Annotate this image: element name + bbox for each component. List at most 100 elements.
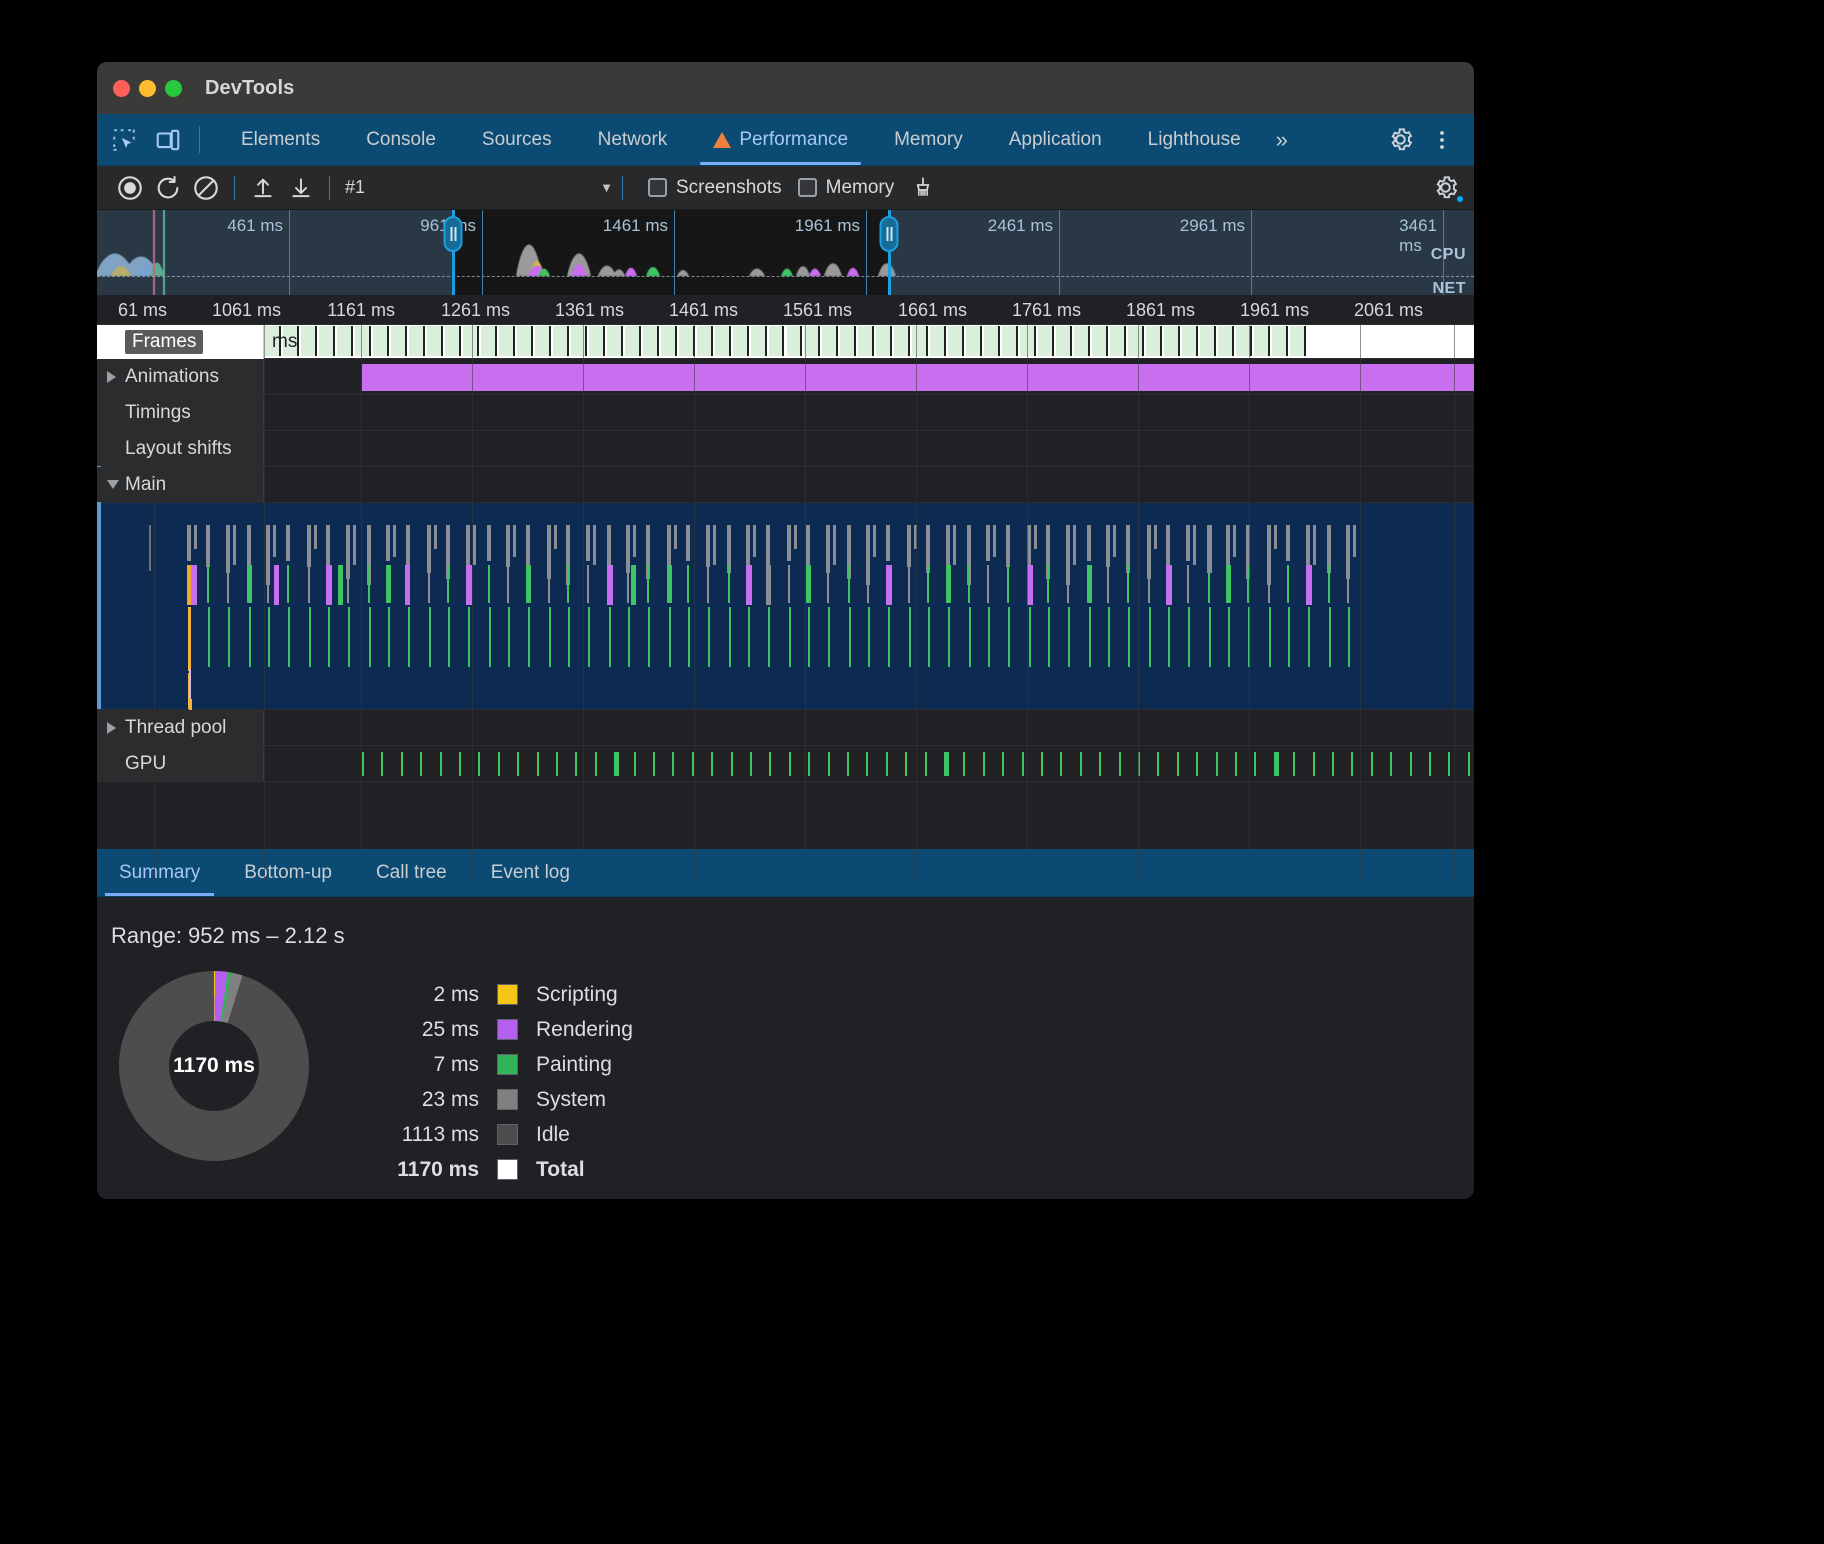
- main-thread-event[interactable]: [728, 565, 730, 603]
- main-thread-event[interactable]: [408, 607, 410, 667]
- more-options-icon[interactable]: [1424, 122, 1460, 158]
- recording-history-dropdown[interactable]: #1 ▼: [345, 177, 613, 198]
- track-animations[interactable]: Animations: [97, 359, 1474, 395]
- upload-profile-icon[interactable]: [244, 172, 282, 204]
- gpu-event-tick[interactable]: [1429, 752, 1431, 776]
- gpu-event-tick[interactable]: [828, 752, 830, 776]
- track-main-header[interactable]: Main: [97, 467, 1474, 503]
- gpu-event-tick[interactable]: [731, 752, 733, 776]
- frame-cell[interactable]: [1110, 326, 1126, 356]
- thread-pool-track-label[interactable]: Thread pool: [97, 710, 264, 745]
- main-thread-event[interactable]: [1113, 525, 1116, 557]
- track-timings[interactable]: Timings: [97, 395, 1474, 431]
- animations-track-label[interactable]: Animations: [97, 359, 264, 394]
- main-thread-event[interactable]: [1048, 607, 1050, 667]
- tab-lighthouse[interactable]: Lighthouse: [1125, 114, 1264, 165]
- gpu-event-tick[interactable]: [653, 752, 655, 776]
- main-thread-event[interactable]: [609, 607, 611, 667]
- gpu-event-tick[interactable]: [1371, 752, 1373, 776]
- main-thread-event[interactable]: [326, 565, 332, 605]
- frame-cell[interactable]: [1002, 326, 1018, 356]
- tab-event-log[interactable]: Event log: [469, 849, 592, 896]
- frame-cell[interactable]: [499, 326, 515, 356]
- frame-cell[interactable]: [1164, 326, 1180, 356]
- main-thread-event[interactable]: [1068, 607, 1070, 667]
- gpu-event-tick[interactable]: [925, 752, 927, 776]
- frame-cell[interactable]: [1272, 326, 1288, 356]
- gpu-event-tick[interactable]: [517, 752, 519, 776]
- main-thread-event[interactable]: [667, 565, 672, 603]
- main-thread-event[interactable]: [348, 607, 350, 667]
- main-thread-event[interactable]: [706, 525, 710, 567]
- main-thread-event[interactable]: [607, 565, 613, 605]
- frame-cell[interactable]: [643, 326, 659, 356]
- main-thread-event[interactable]: [968, 565, 970, 603]
- main-thread-event[interactable]: [268, 607, 270, 667]
- main-thread-event[interactable]: [1209, 607, 1211, 667]
- frame-cell[interactable]: [409, 326, 425, 356]
- main-thread-event[interactable]: [1233, 525, 1236, 557]
- main-thread-event[interactable]: [368, 565, 370, 603]
- main-thread-event[interactable]: [867, 565, 869, 603]
- main-thread-event[interactable]: [507, 565, 509, 603]
- main-thread-event[interactable]: [314, 525, 317, 549]
- main-thread-event[interactable]: [986, 525, 990, 561]
- main-thread-event[interactable]: [1186, 525, 1190, 561]
- main-thread-event[interactable]: [766, 565, 771, 605]
- main-thread-event[interactable]: [307, 525, 311, 567]
- tab-elements[interactable]: Elements: [218, 114, 343, 165]
- frame-cell[interactable]: [391, 326, 407, 356]
- main-thread-event[interactable]: [1274, 525, 1277, 549]
- frame-cell[interactable]: [733, 326, 749, 356]
- gpu-event-tick[interactable]: [1448, 752, 1450, 776]
- gpu-event-tick[interactable]: [1119, 752, 1121, 776]
- gpu-event-tick[interactable]: [362, 752, 364, 776]
- frame-cell[interactable]: [625, 326, 641, 356]
- main-thread-event[interactable]: [189, 669, 191, 699]
- main-thread-event[interactable]: [1226, 565, 1231, 603]
- frame-cell[interactable]: [1200, 326, 1216, 356]
- main-thread-event[interactable]: [328, 607, 330, 667]
- main-thread-event[interactable]: [468, 607, 470, 667]
- main-thread-event[interactable]: [1268, 565, 1270, 603]
- gpu-event-tick[interactable]: [1332, 752, 1334, 776]
- main-thread-event[interactable]: [1348, 607, 1350, 667]
- main-thread-event[interactable]: [386, 525, 390, 561]
- main-thread-event[interactable]: [428, 565, 430, 603]
- gpu-event-tick[interactable]: [1060, 752, 1062, 776]
- main-track-label[interactable]: Main: [97, 467, 264, 502]
- main-thread-event[interactable]: [886, 565, 892, 605]
- main-thread-event[interactable]: [748, 607, 750, 667]
- frame-cell[interactable]: [894, 326, 910, 356]
- frame-cell[interactable]: [1290, 326, 1306, 356]
- collect-garbage-icon[interactable]: [904, 172, 942, 204]
- main-thread-event[interactable]: [188, 607, 191, 671]
- gpu-event-tick[interactable]: [1157, 752, 1159, 776]
- gpu-event-tick[interactable]: [1390, 752, 1392, 776]
- tab-sources[interactable]: Sources: [459, 114, 575, 165]
- tab-memory[interactable]: Memory: [871, 114, 986, 165]
- main-thread-event[interactable]: [1006, 525, 1010, 567]
- gpu-event-tick[interactable]: [750, 752, 752, 776]
- main-thread-event[interactable]: [1008, 607, 1010, 667]
- track-layout-shifts[interactable]: Layout shifts: [97, 431, 1474, 467]
- main-thread-event[interactable]: [849, 607, 851, 667]
- main-thread-event[interactable]: [568, 607, 570, 667]
- main-thread-event[interactable]: [1269, 607, 1271, 667]
- inspect-element-icon[interactable]: [109, 125, 139, 155]
- gpu-event-tick[interactable]: [459, 752, 461, 776]
- frame-cell[interactable]: [1182, 326, 1198, 356]
- frame-cell[interactable]: [481, 326, 497, 356]
- main-thread-event[interactable]: [1287, 565, 1289, 603]
- main-thread-event[interactable]: [347, 565, 349, 603]
- frame-cell[interactable]: [840, 326, 856, 356]
- minimize-window-button[interactable]: [139, 80, 156, 97]
- main-thread-event[interactable]: [1087, 525, 1091, 561]
- main-thread-event[interactable]: [1168, 607, 1170, 667]
- frame-cell[interactable]: [517, 326, 533, 356]
- legend-row[interactable]: 2 msScripting: [389, 977, 633, 1012]
- gpu-event-tick[interactable]: [692, 752, 694, 776]
- frame-cell[interactable]: [589, 326, 605, 356]
- main-thread-event[interactable]: [1148, 565, 1150, 603]
- main-thread-event[interactable]: [789, 607, 791, 667]
